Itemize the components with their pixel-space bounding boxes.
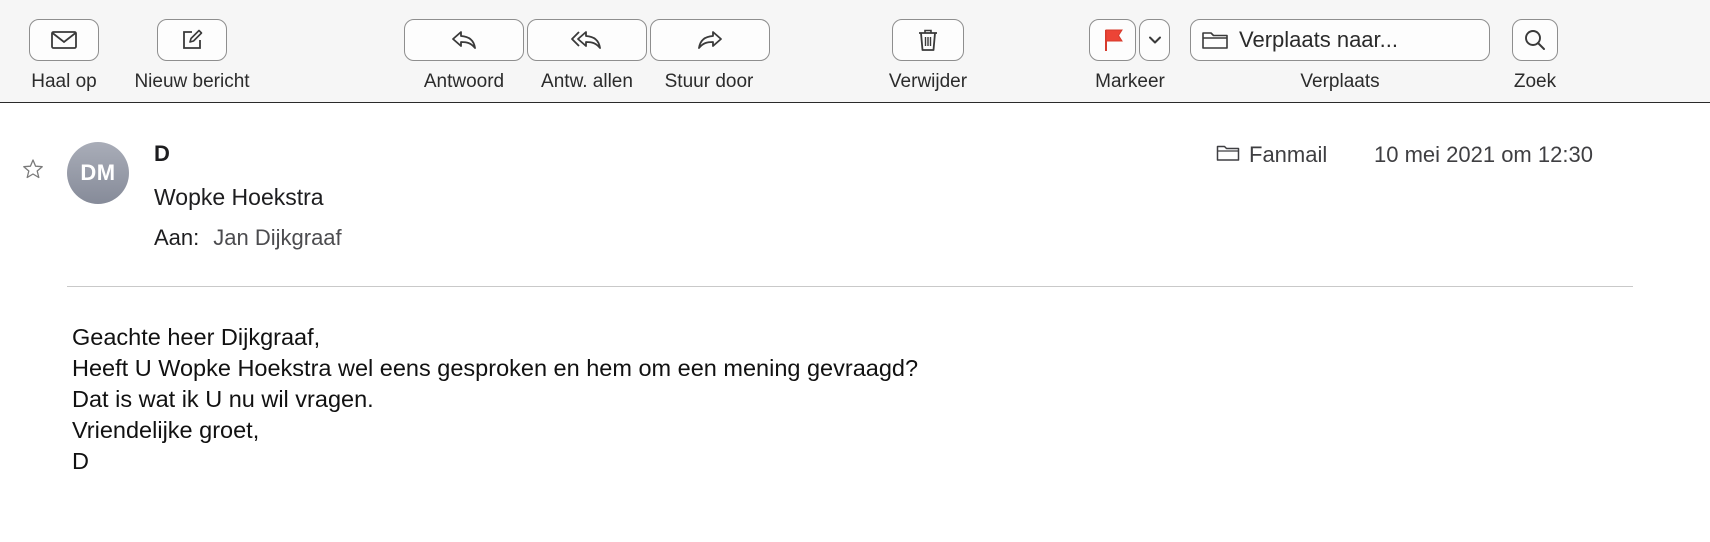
compose-icon xyxy=(179,27,205,53)
flag-color-dropdown[interactable] xyxy=(1139,19,1170,61)
get-mail-button[interactable] xyxy=(29,19,99,61)
forward-button[interactable] xyxy=(650,19,770,61)
envelope-icon xyxy=(50,29,78,51)
body-line: Geachte heer Dijkgraaf, xyxy=(72,324,321,350)
new-message-button[interactable] xyxy=(157,19,227,61)
redaction-block xyxy=(91,462,383,498)
message-date: 10 mei 2021 om 12:30 xyxy=(1374,142,1593,167)
get-mail-label: Haal op xyxy=(31,71,97,92)
sender-avatar: DM xyxy=(67,142,129,204)
flag-label: Markeer xyxy=(1095,71,1165,92)
reply-label: Antwoord xyxy=(423,71,505,92)
folder-icon xyxy=(1201,29,1229,51)
delete-label: Verwijder xyxy=(888,71,968,92)
search-button[interactable] xyxy=(1512,19,1558,61)
mail-toolbar: Haal op Nieuw bericht Antwoord Antw. all… xyxy=(0,0,1710,103)
recipient-name[interactable]: Jan Dijkgraaf xyxy=(213,225,341,250)
forward-label: Stuur door xyxy=(664,71,754,92)
flag-button[interactable] xyxy=(1089,19,1136,61)
reply-all-button[interactable] xyxy=(527,19,647,61)
body-line: Vriendelijke groet, xyxy=(72,417,260,443)
chevron-down-icon xyxy=(1148,35,1162,45)
reply-icon xyxy=(449,28,479,52)
move-label: Verplaats xyxy=(1300,71,1380,92)
folder-icon xyxy=(1216,143,1240,168)
sender-name[interactable]: D xyxy=(154,141,170,167)
body-line: Dat is wat ik U nu wil vragen. xyxy=(72,386,374,412)
search-icon xyxy=(1523,28,1547,52)
reply-all-label: Antw. allen xyxy=(541,71,633,92)
message-body: Geachte heer Dijkgraaf, Heeft U Wopke Ho… xyxy=(72,322,918,477)
delete-button[interactable] xyxy=(892,19,964,61)
mailbox-indicator: Fanmail xyxy=(1216,142,1327,168)
move-to-button-text: Verplaats naar... xyxy=(1239,27,1398,52)
reply-button[interactable] xyxy=(404,19,524,61)
star-icon[interactable] xyxy=(22,158,44,185)
flag-icon xyxy=(1101,27,1125,53)
message-subject: Wopke Hoekstra xyxy=(154,184,324,210)
header-divider xyxy=(67,286,1633,287)
recipient-line: Aan: Jan Dijkgraaf xyxy=(154,225,342,251)
trash-icon xyxy=(916,27,940,53)
forward-icon xyxy=(695,28,725,52)
recipient-label: Aan: xyxy=(154,225,200,250)
new-message-label: Nieuw bericht xyxy=(134,71,250,92)
redaction-block xyxy=(172,136,368,170)
mailbox-name: Fanmail xyxy=(1249,142,1328,167)
reply-all-icon xyxy=(569,28,605,52)
body-line: Heeft U Wopke Hoekstra wel eens gesproke… xyxy=(72,355,919,381)
search-label: Zoek xyxy=(1513,71,1557,92)
move-to-button[interactable]: Verplaats naar... xyxy=(1190,19,1490,61)
